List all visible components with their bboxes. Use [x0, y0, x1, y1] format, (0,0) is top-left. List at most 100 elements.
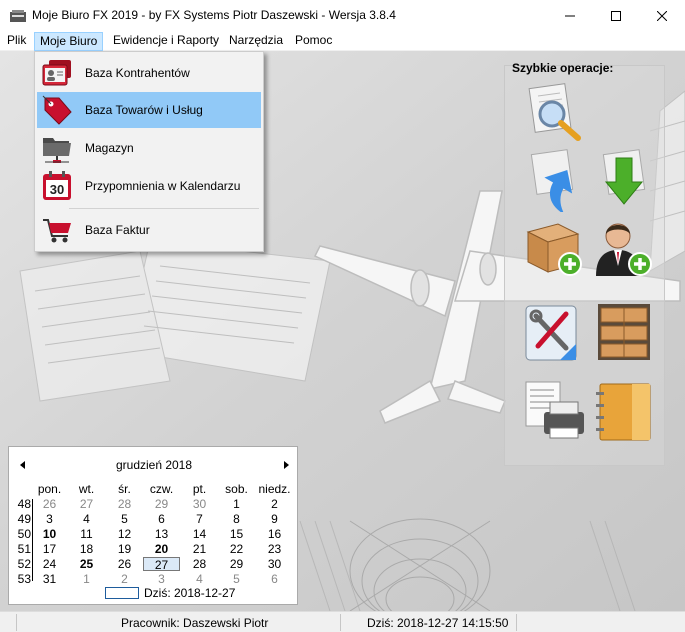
invoice-export-icon — [530, 149, 574, 215]
app-icon — [10, 10, 26, 22]
quick-invoice-search-button[interactable] — [522, 80, 586, 144]
quick-print-document-button[interactable] — [522, 378, 586, 442]
calendar-day[interactable]: 30 — [256, 557, 293, 571]
title-bar: Moje Biuro FX 2019 - by FX Systems Piotr… — [0, 0, 685, 31]
calendar-day[interactable]: 11 — [68, 527, 105, 541]
calendar-today-link[interactable]: Dziś: 2018-12-27 — [144, 586, 235, 600]
status-divider — [516, 614, 517, 631]
calendar-day[interactable]: 5 — [106, 512, 143, 526]
add-goods-icon — [526, 223, 582, 276]
settings-tools-icon — [525, 305, 577, 361]
menu-item-label: Baza Faktur — [85, 223, 150, 237]
menu-item-label: Przypomnienia w Kalendarzu — [85, 179, 241, 193]
today-indicator-box — [105, 587, 139, 599]
svg-text:30: 30 — [50, 182, 64, 197]
status-datetime: Dziś: 2018-12-27 14:15:50 — [367, 616, 509, 630]
price-tag-icon — [42, 95, 72, 125]
next-month-arrow-icon[interactable] — [280, 459, 292, 471]
menu-item-baza-kontrahentow[interactable]: Baza Kontrahentów — [37, 55, 261, 91]
quick-settings-tools-button[interactable] — [522, 300, 586, 364]
calendar-day[interactable]: 17 — [31, 542, 68, 556]
quick-operations-title: Szybkie operacje: — [512, 61, 614, 75]
calendar-day[interactable]: 7 — [181, 512, 218, 526]
calendar-day[interactable]: 13 — [143, 527, 180, 541]
menu-item-magazyn[interactable]: Magazyn — [37, 130, 261, 166]
calendar-day[interactable]: 18 — [68, 542, 105, 556]
calendar-day[interactable]: 26 — [106, 557, 143, 571]
quick-warehouse-shelves-button[interactable] — [592, 300, 656, 364]
calendar-day[interactable]: 21 — [181, 542, 218, 556]
quick-invoice-export-button[interactable] — [522, 148, 586, 215]
calendar-day-today[interactable]: 27 — [143, 557, 180, 572]
maximize-icon — [611, 10, 621, 21]
calendar-day[interactable]: 6 — [143, 512, 180, 526]
quick-add-contractor-button[interactable] — [592, 216, 656, 280]
window-title: Moje Biuro FX 2019 - by FX Systems Piotr… — [32, 8, 396, 22]
menu-pomoc[interactable]: Pomoc — [290, 32, 337, 51]
calendar-day[interactable]: 2 — [256, 497, 293, 511]
calendar-day[interactable]: 4 — [181, 572, 218, 586]
menu-narzedzia[interactable]: Narzędzia — [224, 32, 288, 51]
calendar-day[interactable]: 23 — [256, 542, 293, 556]
menu-item-przypomnienia-w-kalendarzu[interactable]: 30 Przypomnienia w Kalendarzu — [37, 168, 261, 204]
calendar-day[interactable]: 16 — [256, 527, 293, 541]
warehouse-shelves-icon — [598, 304, 650, 360]
calendar-day[interactable]: 25 — [68, 557, 105, 571]
status-divider — [340, 614, 341, 631]
calendar-day[interactable]: 26 — [31, 497, 68, 511]
calendar-day[interactable]: 5 — [218, 572, 255, 586]
close-button[interactable] — [639, 0, 685, 31]
quick-add-goods-button[interactable] — [522, 216, 586, 280]
menu-item-label: Baza Kontrahentów — [85, 66, 190, 80]
maximize-button[interactable] — [593, 0, 639, 31]
quick-invoice-import-button[interactable] — [592, 148, 656, 212]
calendar-day[interactable]: 1 — [218, 497, 255, 511]
invoice-search-icon — [528, 83, 581, 141]
calendar-day[interactable]: 31 — [31, 572, 68, 586]
minimize-button[interactable] — [547, 0, 593, 31]
day-header: pt. — [192, 482, 207, 496]
day-header: niedz. — [258, 482, 291, 496]
calendar-day[interactable]: 27 — [68, 497, 105, 511]
moje-biuro-dropdown: Baza Kontrahentów Baza Towarów i Usług M… — [34, 51, 264, 252]
calendar-day[interactable]: 10 — [31, 527, 68, 541]
day-header: pon. — [37, 482, 62, 496]
menu-item-baza-towarow-i-uslug[interactable]: Baza Towarów i Usług — [37, 92, 261, 128]
calendar-day[interactable]: 6 — [256, 572, 293, 586]
calendar-day[interactable]: 4 — [68, 512, 105, 526]
contacts-card-icon — [42, 60, 71, 86]
calendar-day[interactable]: 29 — [218, 557, 255, 571]
calendar-day[interactable]: 3 — [143, 572, 180, 586]
week-number: 52 — [17, 557, 31, 571]
calendar-day[interactable]: 28 — [181, 557, 218, 571]
calendar-day[interactable]: 1 — [68, 572, 105, 586]
menu-plik[interactable]: Plik — [2, 32, 31, 51]
calendar-day[interactable]: 14 — [181, 527, 218, 541]
calendar-day[interactable]: 2 — [106, 572, 143, 586]
status-bar: Pracownik: Daszewski Piotr Dziś: 2018-12… — [0, 611, 685, 632]
calendar-day[interactable]: 9 — [256, 512, 293, 526]
day-header: wt. — [78, 482, 95, 496]
calendar-day[interactable]: 20 — [143, 542, 180, 556]
print-document-icon — [525, 381, 584, 439]
calendar-day[interactable]: 12 — [106, 527, 143, 541]
menu-ewidencje-i-raporty[interactable]: Ewidencje i Raporty — [108, 32, 224, 51]
menu-item-baza-faktur[interactable]: Baza Faktur — [37, 212, 261, 248]
calendar-day[interactable]: 24 — [31, 557, 68, 571]
calendar-day[interactable]: 8 — [218, 512, 255, 526]
calendar-day[interactable]: 29 — [143, 497, 180, 511]
calendar-day[interactable]: 30 — [181, 497, 218, 511]
calendar-day[interactable]: 28 — [106, 497, 143, 511]
menu-moje-biuro[interactable]: Moje Biuro — [34, 32, 104, 51]
calendar-day[interactable]: 15 — [218, 527, 255, 541]
calendar-day[interactable]: 19 — [106, 542, 143, 556]
address-book-icon — [596, 383, 651, 441]
menu-item-label: Magazyn — [85, 141, 134, 155]
week-number: 51 — [17, 542, 31, 556]
calendar-day[interactable]: 3 — [31, 512, 68, 526]
add-contractor-icon — [596, 223, 652, 276]
calendar-day[interactable]: 22 — [218, 542, 255, 556]
day-header: sob. — [225, 482, 248, 496]
quick-address-book-button[interactable] — [592, 378, 656, 442]
month-calendar: grudzień 2018 pon. wt. śr. czw. pt. sob.… — [8, 446, 298, 605]
